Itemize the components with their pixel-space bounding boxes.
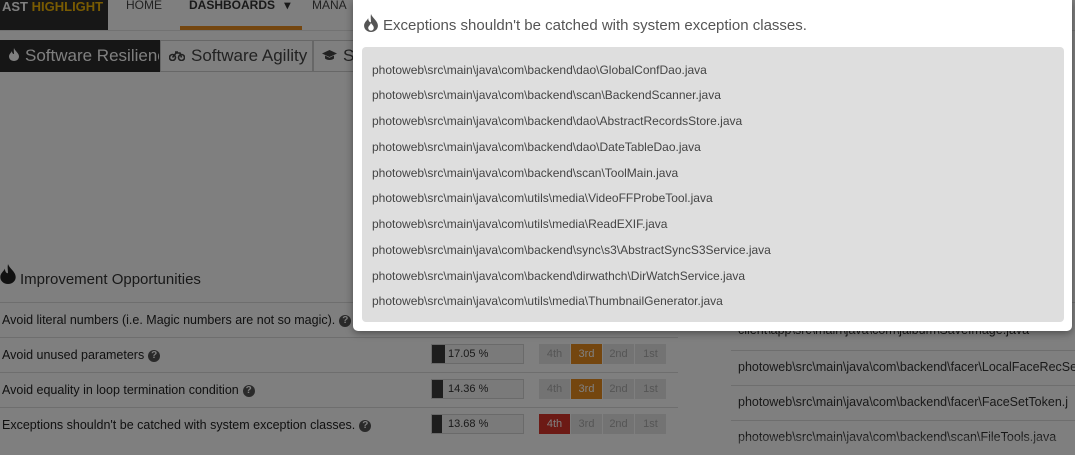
list-item[interactable]: photoweb\src\main\java\com\backend\dirwa…	[372, 269, 745, 283]
list-item[interactable]: photoweb\src\main\java\com\backend\sync\…	[372, 243, 771, 257]
list-item[interactable]: photoweb\src\main\java\com\utils\media\V…	[372, 191, 713, 205]
list-item[interactable]: photoweb\src\main\java\com\backend\scan\…	[372, 166, 678, 180]
list-item[interactable]: photoweb\src\main\java\com\backend\dao\G…	[372, 63, 707, 77]
modal-title: Exceptions shouldn't be catched with sys…	[364, 14, 807, 36]
list-item[interactable]: photoweb\src\main\java\com\utils\media\T…	[372, 294, 723, 308]
file-list: photoweb\src\main\java\com\backend\dao\G…	[362, 47, 1064, 322]
list-item[interactable]: photoweb\src\main\java\com\backend\dao\D…	[372, 140, 701, 154]
list-item[interactable]: photoweb\src\main\java\com\backend\dao\A…	[372, 114, 742, 128]
flame-icon	[364, 14, 378, 36]
modal-title-text: Exceptions shouldn't be catched with sys…	[383, 17, 807, 34]
violations-modal: Exceptions shouldn't be catched with sys…	[353, 0, 1072, 331]
list-item[interactable]: photoweb\src\main\java\com\backend\scan\…	[372, 88, 721, 102]
list-item[interactable]: photoweb\src\main\java\com\utils\media\R…	[372, 217, 667, 231]
